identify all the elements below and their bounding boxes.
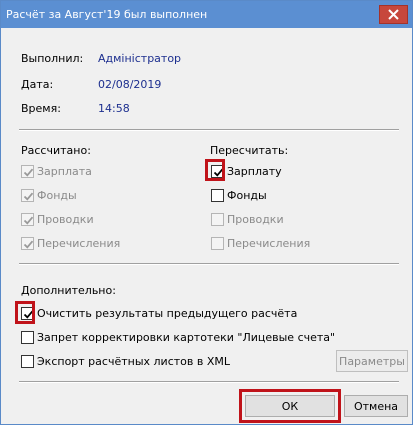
checkbox-box <box>21 236 34 250</box>
recalculate-funds-checkbox[interactable]: Фонды <box>211 187 267 203</box>
checkmark-icon <box>23 168 34 177</box>
checkbox-box <box>21 164 34 178</box>
calculated-label: Рассчитано: <box>21 144 91 157</box>
calculated-salary-checkbox: Зарплата <box>21 163 92 179</box>
checkbox-label: Зарплата <box>37 164 92 178</box>
checkbox-box <box>211 212 224 226</box>
highlight-frame <box>15 301 35 324</box>
separator <box>19 263 399 265</box>
window-title: Расчёт за Август'19 был выполнен <box>6 8 208 21</box>
checkbox-label[interactable]: Очистить результаты предыдущего расчёта <box>37 307 297 320</box>
checkmark-icon <box>23 192 34 201</box>
time-value: 14:58 <box>98 102 130 115</box>
date-value: 02/08/2019 <box>98 78 162 91</box>
close-icon <box>388 9 399 20</box>
checkmark-icon <box>23 216 34 225</box>
recalculate-postings-checkbox: Проводки <box>211 211 284 227</box>
checkmark-icon <box>23 240 34 249</box>
time-label: Время: <box>21 102 61 115</box>
checkbox-label[interactable]: Зарплату <box>227 165 282 178</box>
executed-by-value: Адміністратор <box>98 52 182 65</box>
cancel-button[interactable]: Отмена <box>344 395 408 417</box>
checkbox-label[interactable]: Экспорт расчётных листов в XML <box>37 355 230 368</box>
highlight-frame <box>205 159 225 181</box>
separator <box>19 381 399 383</box>
checkbox-label: Проводки <box>227 212 284 226</box>
title-bar[interactable]: Расчёт за Август'19 был выполнен <box>1 1 412 28</box>
forbid-card-edit-checkbox[interactable]: Запрет корректировки картотеки "Лицевые … <box>21 329 335 345</box>
recalculate-label: Пересчитать: <box>210 144 289 157</box>
highlight-frame <box>239 389 341 423</box>
checkbox-box <box>211 236 224 250</box>
recalculate-transfers-checkbox: Перечисления <box>211 235 310 251</box>
checkbox-box <box>21 188 34 202</box>
date-label: Дата: <box>21 78 54 91</box>
checkbox-box <box>21 212 34 226</box>
separator <box>19 129 399 131</box>
calculated-funds-checkbox: Фонды <box>21 187 77 203</box>
checkbox-label[interactable]: Фонды <box>227 189 267 202</box>
checkbox-box[interactable] <box>21 354 34 368</box>
calculated-postings-checkbox: Проводки <box>21 211 94 227</box>
checkbox-label: Перечисления <box>227 236 311 250</box>
export-xml-checkbox[interactable]: Экспорт расчётных листов в XML <box>21 353 230 369</box>
dialog-window: Расчёт за Август'19 был выполнен Выполни… <box>0 0 413 425</box>
checkbox-label[interactable]: Запрет корректировки картотеки "Лицевые … <box>37 331 335 344</box>
clear-results-checkbox[interactable]: Очистить результаты предыдущего расчёта <box>21 305 297 321</box>
checkbox-label: Фонды <box>37 188 77 202</box>
calculated-transfers-checkbox: Перечисления <box>21 235 120 251</box>
checkbox-box[interactable] <box>21 330 34 344</box>
parameters-button[interactable]: Параметры <box>336 350 408 372</box>
checkbox-label: Перечисления <box>37 236 121 250</box>
additional-label: Дополнительно: <box>21 284 116 297</box>
checkbox-label: Проводки <box>37 212 94 226</box>
executed-by-label: Выполнил: <box>21 52 84 65</box>
checkbox-box[interactable] <box>211 188 224 202</box>
close-button[interactable] <box>379 5 408 24</box>
